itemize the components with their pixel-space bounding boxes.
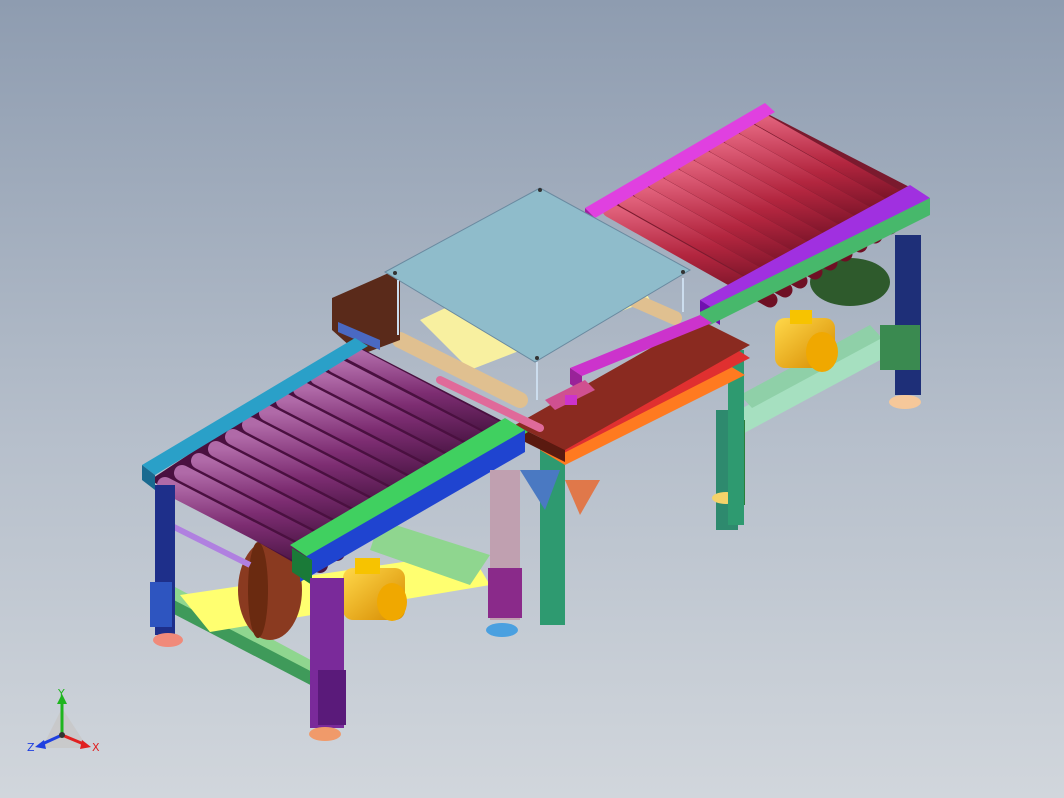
right-motor <box>775 310 838 372</box>
left-foot-3 <box>486 623 518 637</box>
triad-x-label: X <box>92 741 100 754</box>
right-foot-1 <box>889 395 921 409</box>
left-foot-1 <box>153 633 183 647</box>
left-foot-2 <box>309 727 341 741</box>
middle-leg-front <box>540 440 565 625</box>
cad-viewport[interactable]: Y X Z <box>0 0 1064 798</box>
middle-hopper-right <box>565 480 600 515</box>
right-conveyor[interactable] <box>585 103 930 530</box>
view-orientation-triad[interactable]: Y X Z <box>27 687 100 754</box>
triad-y-label: Y <box>57 687 65 700</box>
right-leg-front <box>895 235 921 395</box>
triad-z-label: Z <box>27 741 35 754</box>
